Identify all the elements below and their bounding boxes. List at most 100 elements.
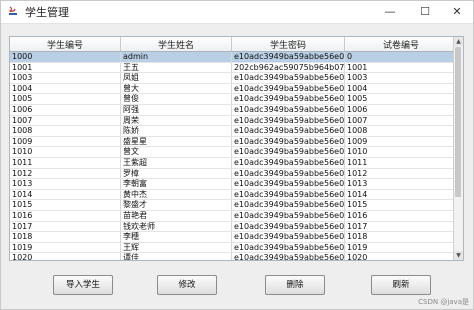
- table-row[interactable]: 1003凤姐e10adc3949ba59abbe56e057f21003: [10, 72, 458, 84]
- arrow-down-icon[interactable]: ▼: [454, 251, 463, 260]
- cell-student-name[interactable]: 阿强: [120, 104, 232, 116]
- cell-student-name[interactable]: admin: [120, 51, 232, 63]
- cell-exam-id[interactable]: 1006: [344, 104, 458, 116]
- cell-exam-id[interactable]: 1005: [344, 93, 458, 105]
- cell-student-name[interactable]: 李穗: [120, 231, 232, 243]
- cell-student-id[interactable]: 1016: [10, 210, 121, 222]
- cell-student-name[interactable]: 曾俊: [120, 93, 232, 105]
- cell-student-password[interactable]: e10adc3949ba59abbe56e057f2: [231, 72, 345, 84]
- cell-student-id[interactable]: 1020: [10, 252, 121, 260]
- cell-student-id[interactable]: 1011: [10, 157, 121, 169]
- cell-student-password[interactable]: e10adc3949ba59abbe56e057f2: [231, 189, 345, 201]
- cell-student-id[interactable]: 1007: [10, 115, 121, 127]
- import-students-button[interactable]: 导入学生: [53, 275, 113, 295]
- table-row[interactable]: 1001王五202cb962ac59075b964b071521001: [10, 62, 458, 74]
- cell-student-password[interactable]: e10adc3949ba59abbe56e057f2: [231, 51, 345, 63]
- cell-exam-id[interactable]: 1019: [344, 242, 458, 254]
- cell-exam-id[interactable]: 1003: [344, 72, 458, 84]
- cell-student-id[interactable]: 1000: [10, 51, 121, 63]
- cell-exam-id[interactable]: 1017: [344, 221, 458, 233]
- cell-student-password[interactable]: 202cb962ac59075b964b07152: [231, 62, 345, 74]
- table-row[interactable]: 1004曾大e10adc3949ba59abbe56e057f21004: [10, 83, 458, 95]
- table-row[interactable]: 1009盛星星e10adc3949ba59abbe56e057f21009: [10, 136, 458, 148]
- cell-student-id[interactable]: 1004: [10, 83, 121, 95]
- cell-exam-id[interactable]: 1018: [344, 231, 458, 243]
- close-button[interactable]: ✕: [440, 1, 474, 23]
- table-row[interactable]: 1013李朝富e10adc3949ba59abbe56e057f21013: [10, 178, 458, 190]
- cell-student-id[interactable]: 1005: [10, 93, 121, 105]
- table-row[interactable]: 1016苗艳君e10adc3949ba59abbe56e057f21016: [10, 210, 458, 222]
- cell-exam-id[interactable]: 1011: [344, 157, 458, 169]
- cell-exam-id[interactable]: 1009: [344, 136, 458, 148]
- cell-student-name[interactable]: 王紫超: [120, 157, 232, 169]
- cell-student-id[interactable]: 1010: [10, 146, 121, 158]
- column-header-student-password[interactable]: 学生密码: [231, 37, 345, 52]
- cell-student-name[interactable]: 王辉: [120, 242, 232, 254]
- table-row[interactable]: 1005曾俊e10adc3949ba59abbe56e057f21005: [10, 93, 458, 105]
- cell-exam-id[interactable]: 1015: [344, 199, 458, 211]
- cell-exam-id[interactable]: 1012: [344, 168, 458, 180]
- cell-exam-id[interactable]: 1010: [344, 146, 458, 158]
- minimize-button[interactable]: —: [373, 1, 407, 23]
- table-row[interactable]: 1015黎盛才e10adc3949ba59abbe56e057f21015: [10, 199, 458, 211]
- cell-student-password[interactable]: e10adc3949ba59abbe56e057f2: [231, 199, 345, 211]
- cell-student-name[interactable]: 李朝富: [120, 178, 232, 190]
- cell-student-id[interactable]: 1015: [10, 199, 121, 211]
- cell-student-password[interactable]: e10adc3949ba59abbe56e057f2: [231, 104, 345, 116]
- cell-exam-id[interactable]: 1013: [344, 178, 458, 190]
- table-row[interactable]: 1019王辉e10adc3949ba59abbe56e057f21019: [10, 242, 458, 254]
- title-bar[interactable]: 学生管理 — ☐ ✕: [1, 1, 473, 24]
- cell-exam-id[interactable]: 1016: [344, 210, 458, 222]
- cell-student-name[interactable]: 曾文: [120, 146, 232, 158]
- cell-student-name[interactable]: 钱欢老师: [120, 221, 232, 233]
- table-row[interactable]: 1018李穗e10adc3949ba59abbe56e057f21018: [10, 231, 458, 243]
- cell-exam-id[interactable]: 1001: [344, 62, 458, 74]
- cell-student-name[interactable]: 盛星星: [120, 136, 232, 148]
- cell-student-password[interactable]: e10adc3949ba59abbe56e057f2: [231, 83, 345, 95]
- scrollbar-thumb[interactable]: [455, 47, 461, 197]
- cell-student-id[interactable]: 1017: [10, 221, 121, 233]
- cell-student-id[interactable]: 1008: [10, 125, 121, 137]
- student-table-scrollpane[interactable]: 学生编号 学生姓名 学生密码 试卷编号 1000 admin e10adc3949b…: [9, 36, 464, 261]
- cell-student-password[interactable]: e10adc3949ba59abbe56e057f2: [231, 178, 345, 190]
- table-row[interactable]: 1014黄中杰e10adc3949ba59abbe56e057f21014: [10, 189, 458, 201]
- cell-student-password[interactable]: e10adc3949ba59abbe56e057f2: [231, 168, 345, 180]
- cell-student-id[interactable]: 1013: [10, 178, 121, 190]
- column-header-student-name[interactable]: 学生姓名: [120, 37, 232, 52]
- cell-student-id[interactable]: 1018: [10, 231, 121, 243]
- table-row[interactable]: 1017钱欢老师e10adc3949ba59abbe56e057f21017: [10, 221, 458, 233]
- cell-student-password[interactable]: e10adc3949ba59abbe56e057f2: [231, 221, 345, 233]
- cell-student-password[interactable]: e10adc3949ba59abbe56e057f2: [231, 125, 345, 137]
- cell-exam-id[interactable]: 1008: [344, 125, 458, 137]
- table-row[interactable]: 1008陈娇e10adc3949ba59abbe56e057f21008: [10, 125, 458, 137]
- cell-student-id[interactable]: 1006: [10, 104, 121, 116]
- refresh-button[interactable]: 刷新: [371, 275, 431, 295]
- table-row[interactable]: 1007周荣e10adc3949ba59abbe56e057f21007: [10, 115, 458, 127]
- cell-student-password[interactable]: e10adc3949ba59abbe56e057f2: [231, 136, 345, 148]
- table-row[interactable]: 1000admine10adc3949ba59abbe56e057f20: [10, 51, 458, 63]
- column-header-student-id[interactable]: 学生编号: [10, 37, 121, 52]
- cell-student-id[interactable]: 1012: [10, 168, 121, 180]
- cell-student-name[interactable]: 陈娇: [120, 125, 232, 137]
- cell-student-name[interactable]: 凤姐: [120, 72, 232, 84]
- cell-exam-id[interactable]: 1020: [344, 252, 458, 260]
- cell-student-name[interactable]: 王五: [120, 62, 232, 74]
- cell-student-password[interactable]: e10adc3949ba59abbe56e057f2: [231, 146, 345, 158]
- table-row[interactable]: 1010曾文e10adc3949ba59abbe56e057f21010: [10, 146, 458, 158]
- cell-exam-id[interactable]: 0: [344, 51, 458, 63]
- cell-student-id[interactable]: 1003: [10, 72, 121, 84]
- cell-student-id[interactable]: 1009: [10, 136, 121, 148]
- column-header-exam-id[interactable]: 试卷编号: [344, 37, 458, 52]
- cell-exam-id[interactable]: 1007: [344, 115, 458, 127]
- cell-student-name[interactable]: 曾大: [120, 83, 232, 95]
- cell-student-password[interactable]: e10adc3949ba59abbe56e057f2: [231, 93, 345, 105]
- cell-student-id[interactable]: 1019: [10, 242, 121, 254]
- table-row[interactable]: 1011王紫超e10adc3949ba59abbe56e057f21011: [10, 157, 458, 169]
- maximize-button[interactable]: ☐: [408, 1, 442, 23]
- edit-button[interactable]: 修改: [157, 275, 217, 295]
- delete-button[interactable]: 删除: [265, 275, 325, 295]
- table-row[interactable]: 1020谭佳e10adc3949ba59abbe56e057f21020: [10, 252, 458, 260]
- cell-student-name[interactable]: 周荣: [120, 115, 232, 127]
- cell-student-name[interactable]: 苗艳君: [120, 210, 232, 222]
- cell-student-password[interactable]: e10adc3949ba59abbe56e057f2: [231, 242, 345, 254]
